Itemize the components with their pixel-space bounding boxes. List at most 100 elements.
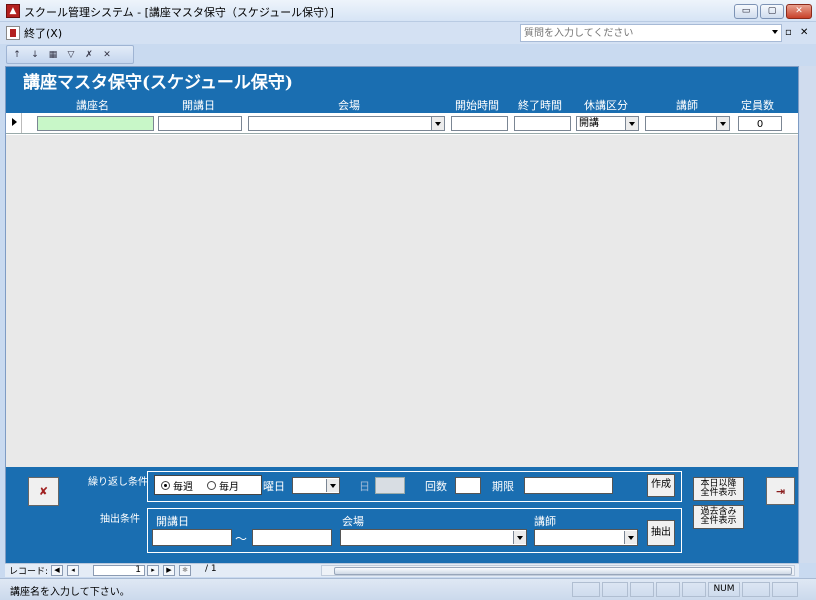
right-panel-edge [800,66,816,563]
closure-type-select[interactable]: 開講 [576,116,639,131]
chevron-down-icon[interactable] [772,30,778,34]
clear-filter-icon[interactable]: ✕ [101,49,113,61]
status-indicator [656,582,680,597]
status-message: 講座名を入力して下さい。 [10,587,130,598]
extract-instructor-select[interactable] [534,529,638,546]
close-button[interactable]: ✕ [786,4,812,19]
window-title: スクール管理システム - [講座マスタ保守（スケジュール保守）] [24,6,334,19]
show-from-today-button[interactable]: 本日以降 全件表示 [693,477,744,501]
capacity-value: 0 [756,119,764,130]
column-header-end-time: 終了時間 [518,99,562,112]
chevron-down-icon[interactable] [624,531,637,544]
exit-door-icon: ⇥ [775,484,786,498]
detail-empty-area [6,135,798,467]
extract-button[interactable]: 抽出 [647,520,675,546]
day-field [375,477,405,494]
capacity-field[interactable]: 0 [738,116,782,131]
filter-by-selection-icon[interactable]: ▦ [47,49,59,61]
deadline-input[interactable] [525,478,612,493]
radio-checked-icon [161,480,170,490]
record-selector[interactable] [6,113,22,133]
sort-ascending-icon[interactable]: ↑ [11,49,23,61]
status-indicator [572,582,600,597]
current-record-field[interactable]: 1 [93,565,145,576]
day-label: 日 [359,480,370,493]
exit-icon [6,26,20,40]
num-lock-indicator: NUM [708,582,740,597]
column-header-capacity: 定員数 [741,99,774,112]
chevron-down-icon[interactable] [513,531,526,544]
weekday-select[interactable] [292,477,340,494]
count-field[interactable] [455,477,481,494]
repeat-condition-label: 繰り返し条件 [88,477,148,488]
start-time-input[interactable] [452,118,507,131]
app-icon: ▲ [6,4,20,18]
monthly-radio[interactable]: 毎月 [207,478,239,493]
end-time-input[interactable] [515,118,570,131]
record-navigator: レコード: ◀ ◂ 1 ▸ ▶ ✱ / 1 [5,563,799,577]
start-time-field[interactable] [451,116,508,131]
extract-open-date-label: 開講日 [156,515,189,528]
maximize-button[interactable]: ▢ [760,4,784,19]
instructor-select[interactable] [645,116,730,131]
extract-venue-label: 会場 [342,515,364,528]
monthly-radio-label: 毎月 [219,481,239,493]
extract-date-to-input[interactable] [253,530,331,545]
horizontal-scrollbar[interactable] [321,565,795,576]
chevron-down-icon[interactable] [326,479,339,492]
count-input[interactable] [456,478,480,493]
next-record-icon[interactable]: ▸ [147,565,159,576]
course-name-field[interactable] [37,116,154,131]
column-header-open-date: 開講日 [182,99,215,112]
venue-select[interactable] [248,116,445,131]
close-form-button[interactable]: ⇥ [766,477,795,505]
undo-icon: ✘ [38,485,49,498]
count-label: 回数 [425,480,447,493]
last-record-icon[interactable]: ▶ [163,565,175,576]
column-header-closure-type: 休講区分 [584,99,628,112]
exit-menu-item[interactable]: 終了(X) [6,25,62,41]
show-including-past-button[interactable]: 過去含み 全件表示 [693,505,744,529]
first-record-icon[interactable]: ◀ [51,565,63,576]
extract-date-from-input[interactable] [153,530,231,545]
mdi-close-button[interactable]: ✕ [800,27,808,38]
undo-button[interactable]: ✘ [28,477,59,506]
new-record-icon[interactable]: ✱ [179,565,191,576]
extract-venue-select[interactable] [340,529,527,546]
open-date-field[interactable] [158,116,242,131]
help-search-box[interactable] [520,24,782,42]
end-time-field[interactable] [514,116,571,131]
weekday-label: 曜日 [263,480,285,493]
range-separator: 〜 [235,532,248,546]
sort-descending-icon[interactable]: ↓ [29,49,41,61]
chevron-down-icon[interactable] [625,117,638,130]
column-header-course-name: 講座名 [76,99,109,112]
status-bar: 講座名を入力して下さい。 NUM [0,578,816,600]
remove-filter-icon[interactable]: ✗ [83,49,95,61]
status-indicator [742,582,770,597]
extract-date-from-field[interactable] [152,529,232,546]
status-indicator [772,582,798,597]
previous-record-icon[interactable]: ◂ [67,565,79,576]
weekly-radio[interactable]: 毎週 [161,478,193,493]
closure-type-value: 開講 [579,118,599,129]
repeat-option-group[interactable]: 毎週 毎月 [154,475,262,495]
mdi-restore-button[interactable]: ▫ [785,27,792,38]
deadline-field[interactable] [524,477,613,494]
extract-condition-label: 抽出条件 [100,514,140,525]
sort-filter-toolbar: ↑ ↓ ▦ ▽ ✗ ✕ [6,45,134,64]
help-search-input[interactable] [521,25,761,41]
form-footer: ✘ 繰り返し条件 毎週 毎月 曜日 日 回数 期限 作成 抽出条件 開講日 会場… [6,467,798,563]
course-name-input[interactable] [38,118,153,131]
form-title: 講座マスタ保守(スケジュール保守) [23,73,293,93]
extract-date-to-field[interactable] [252,529,332,546]
scrollbar-thumb[interactable] [334,567,792,575]
open-date-input[interactable] [159,118,241,131]
chevron-down-icon[interactable] [431,117,444,130]
create-button[interactable]: 作成 [647,474,675,497]
course-master-form: 講座マスタ保守(スケジュール保守) 講座名 開講日 会場 開始時間 終了時間 休… [5,66,799,563]
column-header-start-time: 開始時間 [455,99,499,112]
chevron-down-icon[interactable] [716,117,729,130]
minimize-button[interactable]: ▭ [734,4,758,19]
filter-icon[interactable]: ▽ [65,49,77,61]
